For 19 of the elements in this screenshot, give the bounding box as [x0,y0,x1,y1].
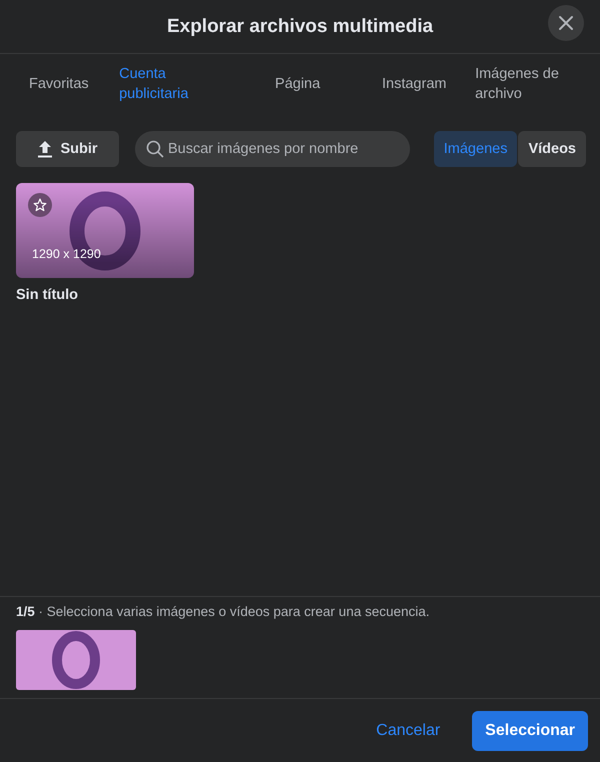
search-icon [146,140,164,158]
dialog-title: Explorar archivos multimedia [166,16,434,38]
selection-hint: 1/5 · Selecciona varias imágenes o vídeos para crear una secuencia. [16,604,430,619]
tab[interactable]: Cuenta publicitaria [119,64,228,104]
tab[interactable]: Instagram [382,74,476,94]
tab[interactable]: Página [275,74,382,94]
close-icon [558,15,574,31]
select-button[interactable]: Seleccionar [472,710,588,750]
media-type-toggle[interactable]: Vídeos [518,131,586,167]
close-button[interactable] [548,5,584,41]
search-field[interactable]: Buscar imágenes por nombre [135,131,410,167]
tab[interactable]: Imágenes de archivo [475,64,584,104]
cancel-button[interactable]: Cancelar [376,722,440,740]
star-icon [33,198,47,212]
image-dimensions: 1290 x 1290 [32,247,101,261]
upload-icon [37,140,54,158]
tab[interactable]: Favoritas [16,74,120,94]
upload-button[interactable]: Subir [16,131,119,167]
image-title: Sin título [16,287,80,303]
